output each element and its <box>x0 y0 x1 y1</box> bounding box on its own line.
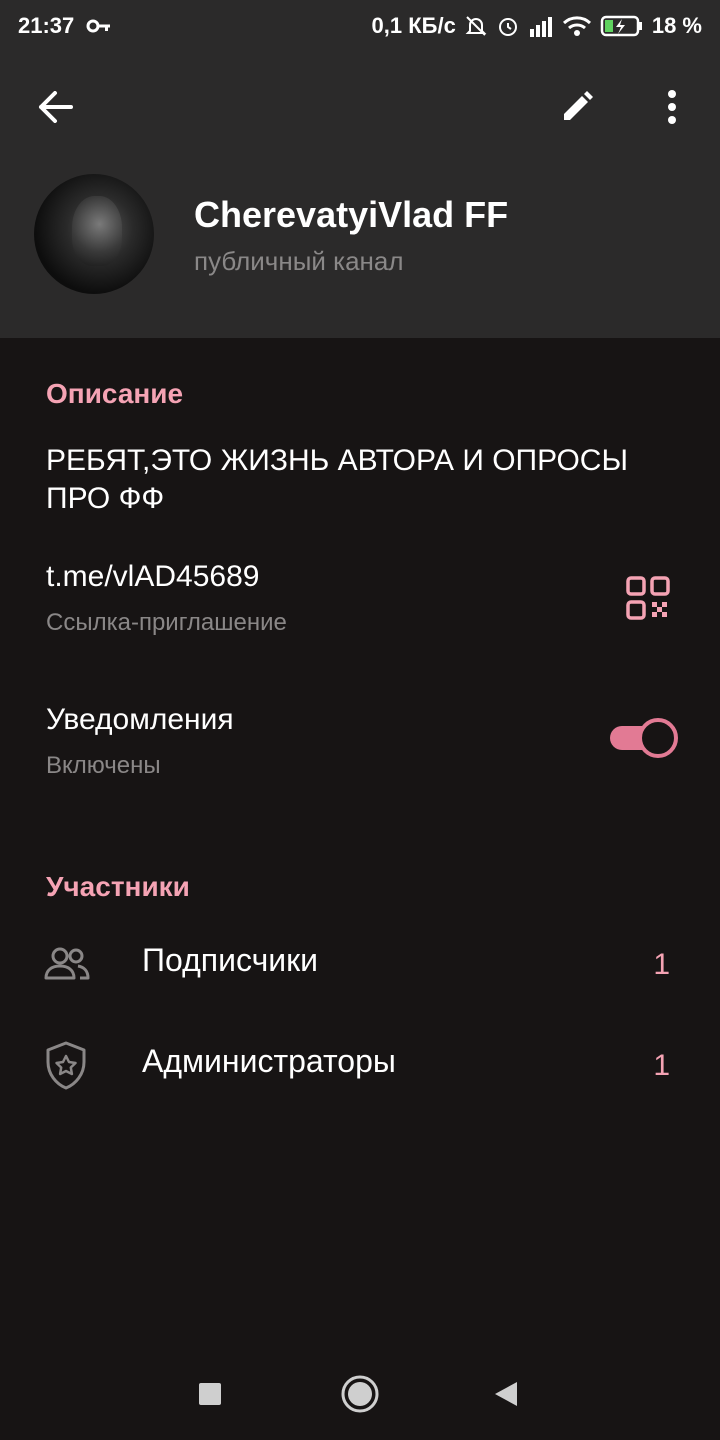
administrators-count: 1 <box>653 1049 670 1082</box>
battery-level: 18 % <box>651 13 702 38</box>
circle-icon <box>341 1375 379 1413</box>
channel-header: CherevatyiVlad FF публичный канал <box>0 52 720 338</box>
subscribers-label: Подписчики <box>142 942 319 978</box>
qr-code-icon <box>626 576 670 620</box>
status-time: 21:37 <box>18 13 75 38</box>
edit-button[interactable] <box>552 82 602 132</box>
people-icon <box>40 938 94 992</box>
arrow-left-icon <box>39 91 73 123</box>
administrators-row[interactable]: Администраторы 1 <box>0 1025 720 1105</box>
back-nav-button[interactable] <box>484 1372 528 1416</box>
toggle-knob <box>638 718 678 758</box>
key-icon <box>86 18 112 34</box>
administrators-label: Администраторы <box>142 1043 396 1079</box>
pencil-icon <box>564 91 593 120</box>
network-speed: 0,1 КБ/с <box>371 13 456 38</box>
channel-type: публичный канал <box>194 246 404 276</box>
mute-icon <box>464 14 488 38</box>
avatar-photo <box>72 196 122 266</box>
notifications-title[interactable]: Уведомления <box>46 703 234 737</box>
channel-avatar[interactable] <box>34 174 154 294</box>
shield-star-icon <box>40 1039 94 1093</box>
square-icon <box>199 1383 221 1405</box>
subscribers-row[interactable]: Подписчики 1 <box>0 924 720 1004</box>
notifications-toggle[interactable] <box>610 718 678 758</box>
more-options-button[interactable] <box>650 82 694 132</box>
battery-icon <box>600 15 644 37</box>
wifi-icon <box>562 15 592 37</box>
description-title: Описание <box>46 378 184 409</box>
system-navigation-bar <box>0 1350 720 1440</box>
signal-icon <box>528 15 554 37</box>
qr-code-button[interactable] <box>624 574 672 622</box>
notifications-status: Включены <box>46 752 161 779</box>
invite-link-label: Ссылка-приглашение <box>46 609 287 636</box>
home-button[interactable] <box>338 1372 382 1416</box>
triangle-back-icon <box>495 1382 517 1406</box>
status-bar: 21:37 0,1 КБ/с 18 % <box>0 0 720 52</box>
recents-button[interactable] <box>188 1372 232 1416</box>
alarm-icon <box>496 14 520 38</box>
back-button[interactable] <box>30 82 80 132</box>
channel-name: CherevatyiVlad FF <box>194 194 509 235</box>
subscribers-count: 1 <box>653 948 670 981</box>
members-title: Участники <box>46 871 190 902</box>
invite-link[interactable]: t.me/vlAD45689 <box>46 560 259 594</box>
description-text: РЕБЯТ,ЭТО ЖИЗНЬ АВТОРА И ОПРОСЫ ПРО ФФ <box>46 444 629 515</box>
more-vertical-icon <box>668 90 676 124</box>
